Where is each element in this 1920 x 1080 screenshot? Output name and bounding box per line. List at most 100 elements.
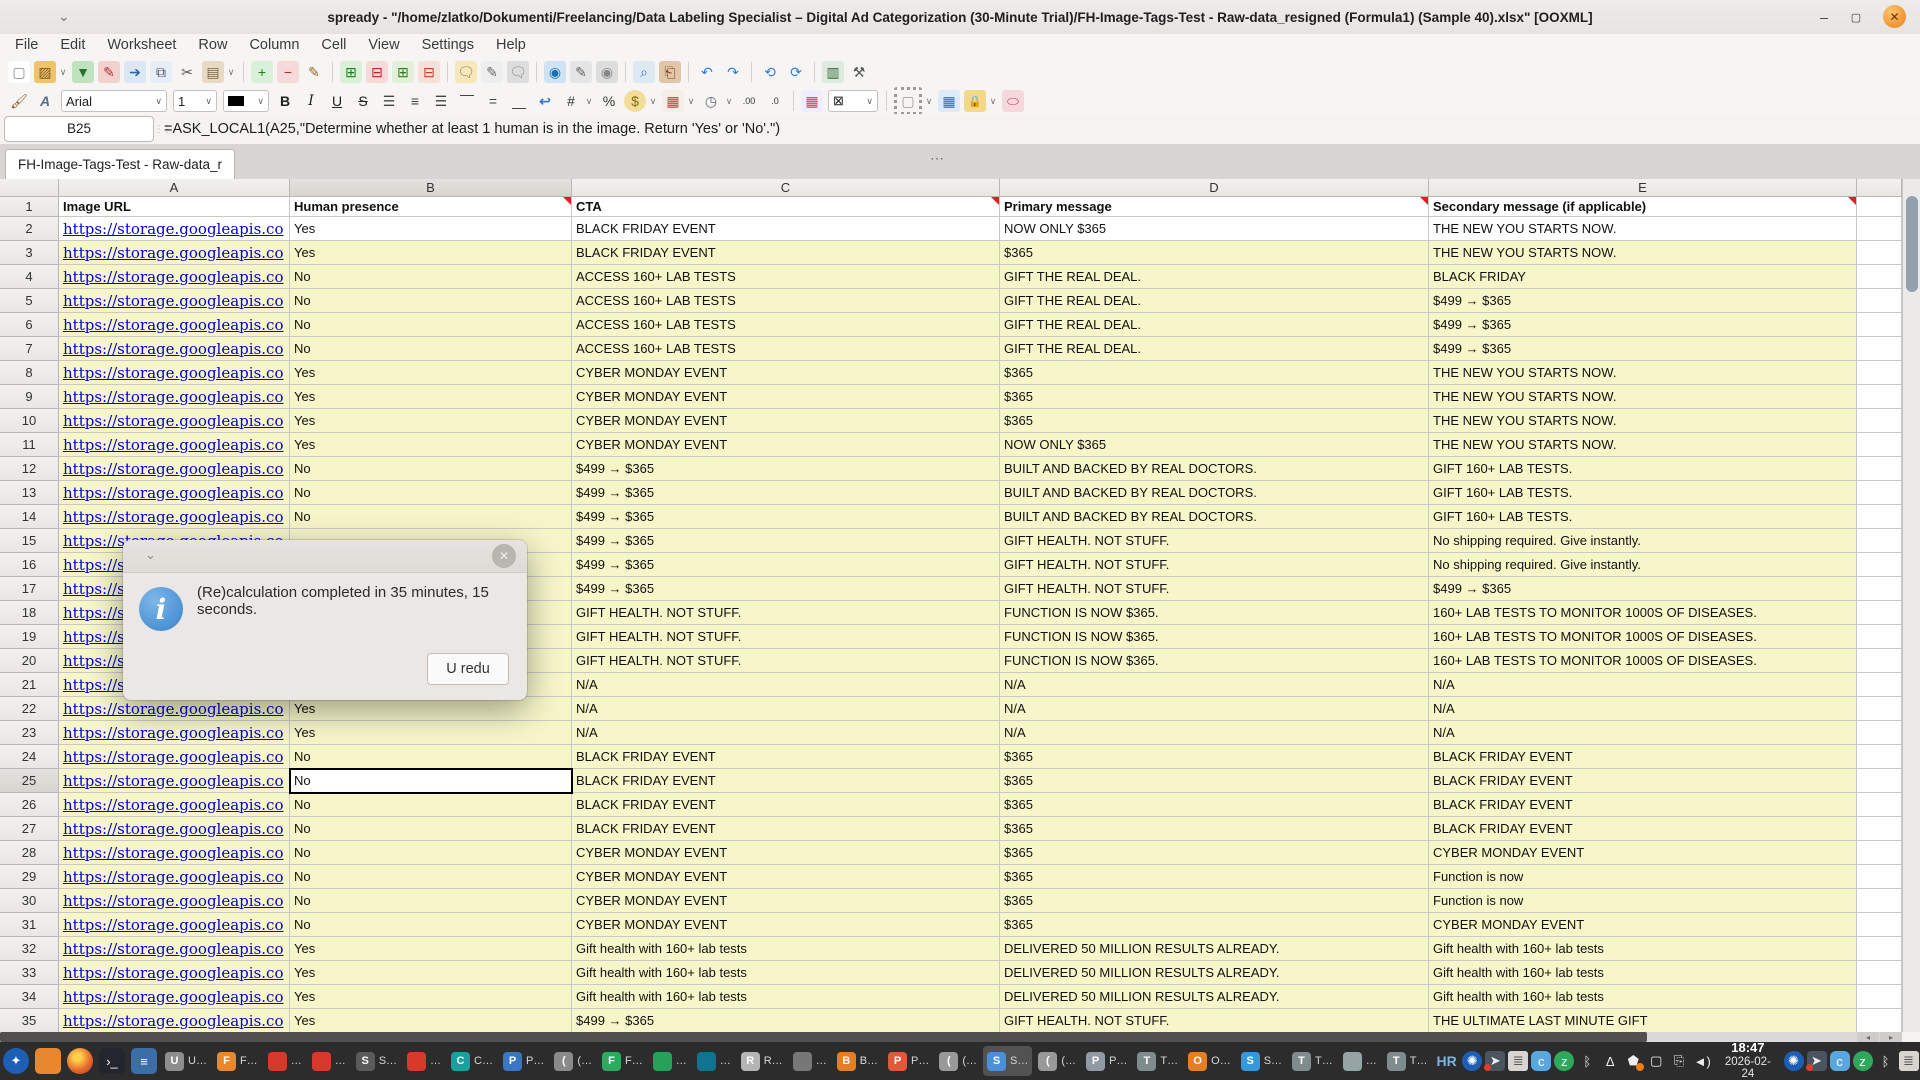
volume-icon[interactable]: ◄) [1692, 1051, 1712, 1071]
cell-D34[interactable]: DELIVERED 50 MILLION RESULTS ALREADY. [1000, 985, 1429, 1009]
cell-E15[interactable]: No shipping required. Give instantly. [1429, 529, 1857, 553]
text-editor-icon[interactable]: ≡ [131, 1048, 157, 1074]
cell-E2[interactable]: THE NEW YOU STARTS NOW. [1429, 217, 1857, 241]
refresh-icon[interactable]: ⟲ [759, 61, 781, 83]
menu-view[interactable]: View [357, 34, 410, 56]
swirl-icon[interactable]: ✺ [1784, 1051, 1804, 1071]
cell-F24[interactable] [1857, 745, 1902, 769]
cell-A23[interactable]: https://storage.googleapis.co [59, 721, 290, 745]
save-as-icon[interactable]: ✎ [98, 61, 120, 83]
row-header-12[interactable]: 12 [0, 457, 59, 481]
row-header-28[interactable]: 28 [0, 841, 59, 865]
header-cell-A1[interactable]: Image URL [59, 197, 290, 217]
chromium-icon[interactable]: c [1830, 1051, 1850, 1071]
cell-C34[interactable]: Gift health with 160+ lab tests [572, 985, 1000, 1009]
cell-F31[interactable] [1857, 913, 1902, 937]
cell-D31[interactable]: $365 [1000, 913, 1429, 937]
cell-E30[interactable]: Function is now [1429, 889, 1857, 913]
image-url-link[interactable]: https://storage.googleapis.co [63, 1012, 283, 1030]
column-header-D[interactable]: D [1000, 179, 1429, 197]
cell-D22[interactable]: N/A [1000, 697, 1429, 721]
cell-C6[interactable]: ACCESS 160+ LAB TESTS [572, 313, 1000, 337]
window-icon[interactable]: ▢ [1646, 1051, 1666, 1071]
cell-A35[interactable]: https://storage.googleapis.co [59, 1009, 290, 1032]
valign-bottom-icon[interactable]: ⎽ [508, 90, 530, 112]
ok-button[interactable]: U redu [427, 653, 509, 685]
paste-icon[interactable]: ▤ [202, 61, 224, 83]
image-url-link[interactable]: https://storage.googleapis.co [63, 412, 283, 430]
cell-F13[interactable] [1857, 481, 1902, 505]
cell-A7[interactable]: https://storage.googleapis.co [59, 337, 290, 361]
cell-E34[interactable]: Gift health with 160+ lab tests [1429, 985, 1857, 1009]
cell-E24[interactable]: BLACK FRIDAY EVENT [1429, 745, 1857, 769]
taskbar-window-20[interactable]: PP… [1082, 1046, 1131, 1076]
redo-icon[interactable]: ↷ [722, 61, 744, 83]
cell-D15[interactable]: GIFT HEALTH. NOT STUFF. [1000, 529, 1429, 553]
underline-button[interactable]: U [326, 90, 348, 112]
image-url-link[interactable]: https://storage.googleapis.co [63, 340, 283, 358]
cell-F23[interactable] [1857, 721, 1902, 745]
cell-D18[interactable]: FUNCTION IS NOW $365. [1000, 601, 1429, 625]
cell-B4[interactable]: No [290, 265, 572, 289]
cell-E27[interactable]: BLACK FRIDAY EVENT [1429, 817, 1857, 841]
cell-D7[interactable]: GIFT THE REAL DEAL. [1000, 337, 1429, 361]
row-header-25[interactable]: 25 [0, 769, 59, 793]
row-header-23[interactable]: 23 [0, 721, 59, 745]
cell-E21[interactable]: N/A [1429, 673, 1857, 697]
image-url-link[interactable]: https://storage.googleapis.co [63, 916, 283, 934]
cell-A14[interactable]: https://storage.googleapis.co [59, 505, 290, 529]
recalculate-icon[interactable]: ⟳ [785, 61, 807, 83]
cell-reference-box[interactable]: B25 [4, 116, 154, 142]
pattern-select[interactable]: ⊠∨ [828, 90, 878, 112]
column-header-E[interactable]: E [1429, 179, 1857, 197]
cell-B31[interactable]: No [290, 913, 572, 937]
font-button[interactable]: A [34, 90, 56, 112]
cell-F10[interactable] [1857, 409, 1902, 433]
cell-E8[interactable]: THE NEW YOU STARTS NOW. [1429, 361, 1857, 385]
cell-D17[interactable]: GIFT HEALTH. NOT STUFF. [1000, 577, 1429, 601]
row-header-2[interactable]: 2 [0, 217, 59, 241]
image-url-link[interactable]: https://storage.googleapis.co [63, 364, 283, 382]
taskbar-window-13[interactable]: RR… [737, 1046, 787, 1076]
save-icon[interactable]: ▼ [72, 61, 94, 83]
row-header-19[interactable]: 19 [0, 625, 59, 649]
maximize-button[interactable]: ▢ [1844, 5, 1868, 29]
menu-help[interactable]: Help [485, 34, 537, 56]
italic-button[interactable]: I [300, 90, 322, 112]
cell-C18[interactable]: GIFT HEALTH. NOT STUFF. [572, 601, 1000, 625]
cell-C15[interactable]: $499 → $365 [572, 529, 1000, 553]
row-header-21[interactable]: 21 [0, 673, 59, 697]
cell-D13[interactable]: BUILT AND BACKED BY REAL DOCTORS. [1000, 481, 1429, 505]
time-format-icon[interactable]: ◷ [700, 90, 722, 112]
image-url-link[interactable]: https://storage.googleapis.co [63, 268, 283, 286]
menu-row[interactable]: Row [187, 34, 238, 56]
close-button[interactable]: ✕ [1883, 5, 1906, 28]
cell-F19[interactable] [1857, 625, 1902, 649]
telegram-icon[interactable]: ➤ [1807, 1051, 1827, 1071]
cell-A6[interactable]: https://storage.googleapis.co [59, 313, 290, 337]
row-header-9[interactable]: 9 [0, 385, 59, 409]
cell-B29[interactable]: No [290, 865, 572, 889]
clear-formatting-icon[interactable]: ⬭ [1002, 90, 1024, 112]
minimize-button[interactable]: – [1812, 5, 1836, 29]
taskbar-window-4[interactable]: … [308, 1046, 350, 1076]
cell-E17[interactable]: $499 → $365 [1429, 577, 1857, 601]
cell-D10[interactable]: $365 [1000, 409, 1429, 433]
cell-A30[interactable]: https://storage.googleapis.co [59, 889, 290, 913]
copy-icon[interactable]: ⧉ [150, 61, 172, 83]
cell-E7[interactable]: $499 → $365 [1429, 337, 1857, 361]
clock[interactable]: 18:47 2026-02-24 [1720, 1041, 1776, 1080]
menu-worksheet[interactable]: Worksheet [96, 34, 187, 56]
cell-B9[interactable]: Yes [290, 385, 572, 409]
cell-B6[interactable]: No [290, 313, 572, 337]
chevron-down-icon[interactable]: ∨ [584, 96, 594, 107]
cell-F30[interactable] [1857, 889, 1902, 913]
row-header-3[interactable]: 3 [0, 241, 59, 265]
row-header-8[interactable]: 8 [0, 361, 59, 385]
cell-C31[interactable]: CYBER MONDAY EVENT [572, 913, 1000, 937]
cell-F32[interactable] [1857, 937, 1902, 961]
row-header-11[interactable]: 11 [0, 433, 59, 457]
image-url-link[interactable]: https://storage.googleapis.co [63, 508, 283, 526]
taskbar-window-23[interactable]: SS… [1237, 1046, 1286, 1076]
cell-D2[interactable]: NOW ONLY $365 [1000, 217, 1429, 241]
